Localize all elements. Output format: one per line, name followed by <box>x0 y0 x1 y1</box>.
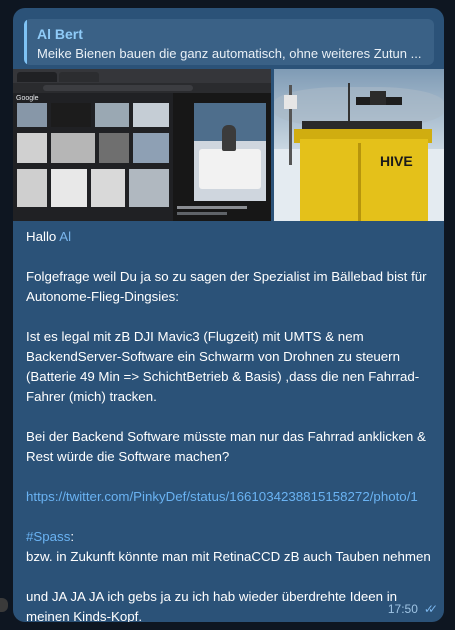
timestamp: 17:50 <box>387 602 418 616</box>
sender-avatar-edge[interactable] <box>0 598 8 612</box>
paragraph-5: und JA JA JA ich gebs ja zu ich hab wied… <box>26 589 398 622</box>
thumb <box>95 103 129 127</box>
thumb <box>133 133 169 163</box>
reply-quote[interactable]: Al Bert Meike Bienen bauen die ganz auto… <box>24 19 434 65</box>
thumb <box>17 103 47 127</box>
attached-image-hive[interactable]: HIVE <box>274 69 444 221</box>
thumb <box>99 133 129 163</box>
thumb <box>51 169 87 207</box>
thumb <box>51 133 95 163</box>
message-bubble[interactable]: Al Bert Meike Bienen bauen die ganz auto… <box>13 8 444 622</box>
thumb <box>17 133 47 163</box>
reply-author: Al Bert <box>37 26 83 42</box>
paragraph-4: bzw. in Zukunft könnte man mit RetinaCCD… <box>26 549 431 564</box>
paragraph-2: Ist es legal mit zB DJI Mavic3 (Flugzeit… <box>26 329 420 404</box>
attached-image-screenshot[interactable]: Google <box>13 69 271 221</box>
reply-accent-bar <box>24 19 27 65</box>
google-logo: Google <box>16 95 39 102</box>
hashtag-link[interactable]: #Spass <box>26 529 70 544</box>
greeting-line: Hallo Al <box>26 229 72 244</box>
paragraph-1: Folgefrage weil Du ja so zu sagen der Sp… <box>26 269 427 304</box>
paragraph-3: Bei der Backend Software müsste man nur … <box>26 429 426 464</box>
twitter-link[interactable]: https://twitter.com/PinkyDef/status/1661… <box>26 489 418 504</box>
thumb <box>133 103 169 127</box>
browser-tabbar <box>13 69 271 83</box>
thumb <box>17 169 47 207</box>
thumb <box>51 103 91 127</box>
hive-box <box>300 139 428 221</box>
van-image <box>199 149 261 189</box>
thumb <box>129 169 169 207</box>
message-meta: 17:50 ✓✓ <box>387 602 438 616</box>
reply-text: Meike Bienen bauen die ganz automatisch,… <box>37 46 422 61</box>
thumb <box>91 169 125 207</box>
double-check-icon: ✓✓ <box>423 602 438 616</box>
hive-logo: HIVE <box>380 153 413 169</box>
message-text: Hallo Al Folgefrage weil Du ja so zu sag… <box>26 227 436 622</box>
mention-link[interactable]: Al <box>59 229 71 244</box>
